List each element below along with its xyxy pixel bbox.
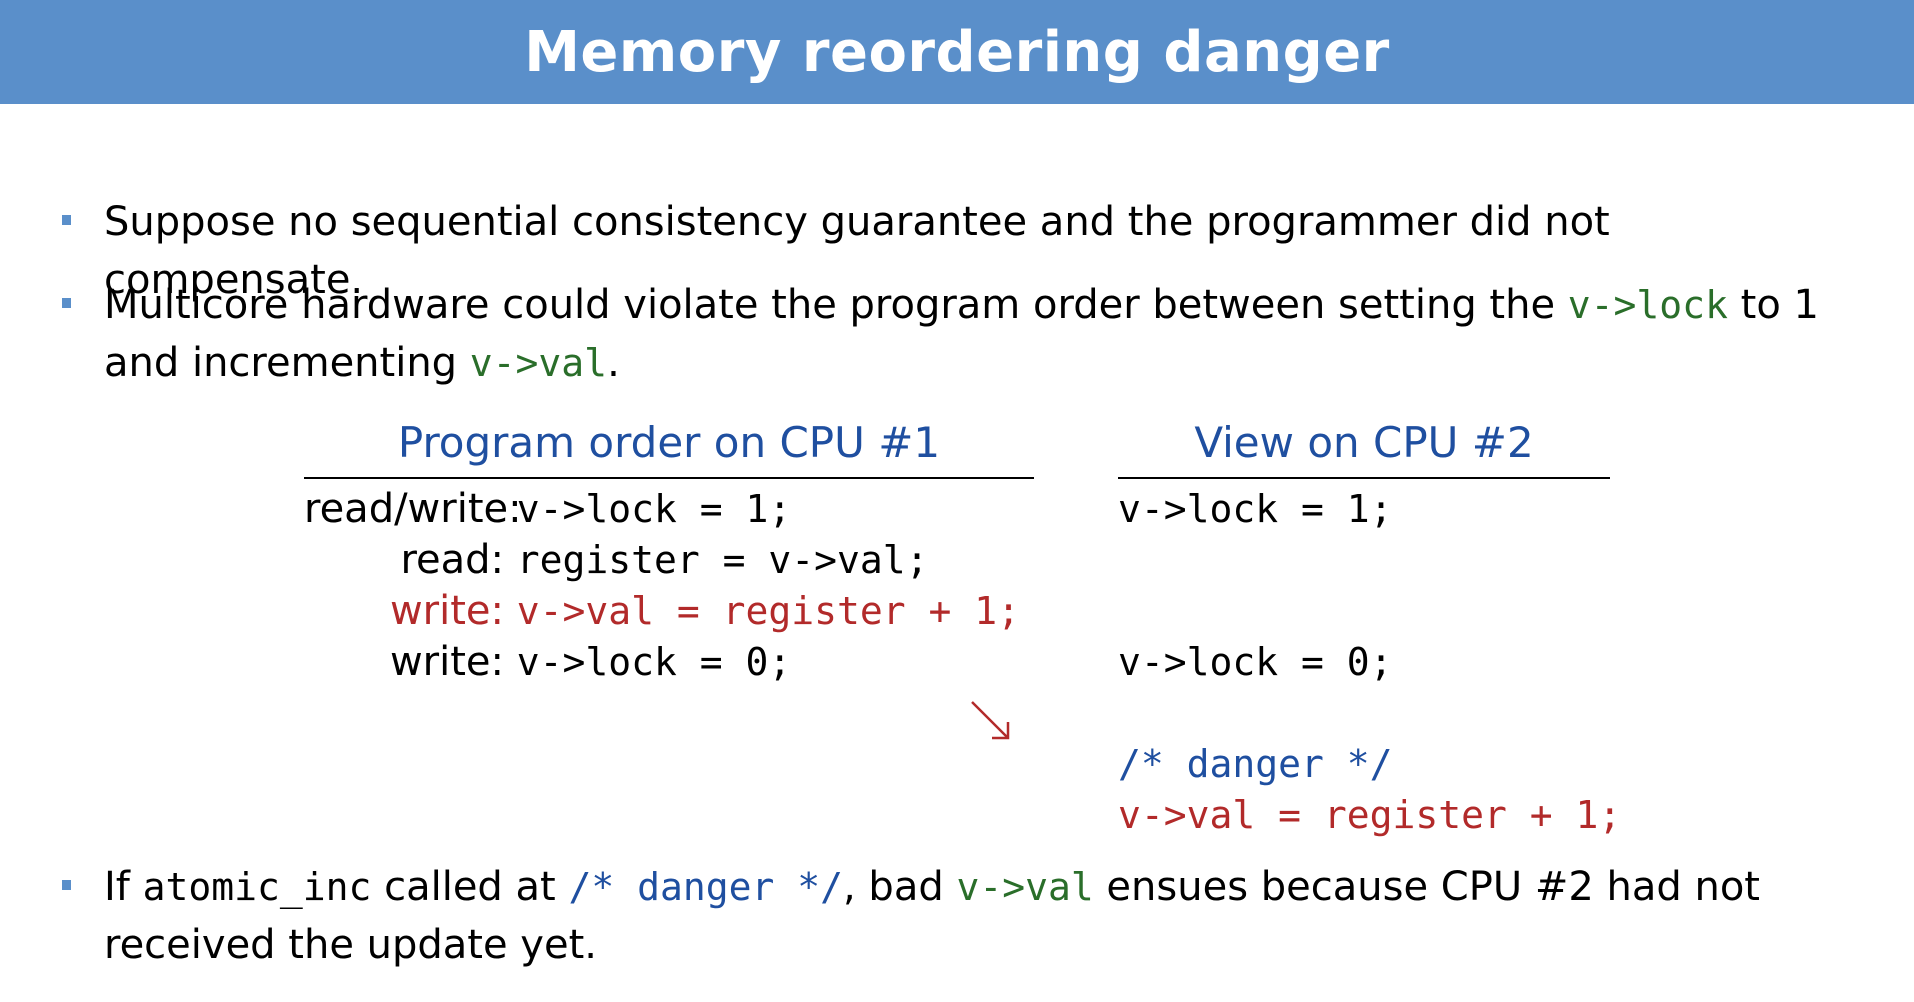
cpu1-row-2-label: read: xyxy=(400,537,504,583)
cpu1-row-3: write: v->val = register + 1; xyxy=(304,588,1020,634)
cpu2-row-1: v->lock = 1; xyxy=(1118,486,1393,532)
cpu2-row-2-code: v->lock = 0; xyxy=(1118,640,1393,684)
cpu2-heading: View on CPU #2 xyxy=(1194,418,1534,467)
bullet-marker xyxy=(62,215,71,225)
cpu1-row-4: write: v->lock = 0; xyxy=(304,639,791,685)
cpu1-row-1: read/write: v->lock = 1; xyxy=(304,486,791,532)
bullet-2-post: . xyxy=(607,340,620,386)
cpu1-row-4-code: v->lock = 0; xyxy=(516,640,792,684)
arrow-down-right-icon xyxy=(971,701,1010,740)
bullet-2: Multicore hardware could violate the pro… xyxy=(62,276,1874,392)
code-atomic-inc: atomic_inc xyxy=(142,865,372,909)
cpu2-rule xyxy=(1118,477,1610,479)
cpu2-danger-comment: /* danger */ xyxy=(1118,741,1393,787)
code-v-val: v->val xyxy=(469,341,608,385)
bullet-2-pre: Multicore hardware could violate the pro… xyxy=(104,282,1568,328)
cpu1-row-2-code: register = v->val; xyxy=(516,538,929,582)
cpu1-row-3-label: write: xyxy=(389,588,504,634)
cpu1-row-1-label: read/write: xyxy=(304,486,522,532)
code-v-lock: v->lock xyxy=(1567,283,1728,327)
bullet-marker xyxy=(62,298,71,308)
cpu1-row-4-label: write: xyxy=(389,639,504,685)
cpu2-row-2: v->lock = 0; xyxy=(1118,639,1393,685)
cpu2-row-4-code: v->val = register + 1; xyxy=(1118,793,1622,837)
code-danger-comment: /* danger */ xyxy=(568,865,843,909)
bullet-3-pre: If xyxy=(104,864,143,910)
cpu2-row-3-code: /* danger */ xyxy=(1118,742,1393,786)
bullet-3: If atomic_inc called at /* danger */, ba… xyxy=(62,858,1874,974)
bullet-3-mid2: , bad xyxy=(843,864,957,910)
code-v-val: v->val xyxy=(956,865,1094,909)
cpu1-row-1-code: v->lock = 1; xyxy=(516,487,792,531)
cpu1-row-3-code: v->val = register + 1; xyxy=(516,589,1021,633)
title-bar: Memory reordering danger xyxy=(0,0,1914,104)
cpu2-row-1-code: v->lock = 1; xyxy=(1118,487,1393,531)
cpu1-heading: Program order on CPU #1 xyxy=(397,418,941,467)
slide-title: Memory reordering danger xyxy=(524,19,1390,85)
bullet-3-mid1: called at xyxy=(371,864,569,910)
bullet-marker xyxy=(62,880,71,890)
cpu1-row-2: read: register = v->val; xyxy=(304,537,929,583)
cpu2-row-4: v->val = register + 1; xyxy=(1118,792,1621,838)
cpu1-rule xyxy=(304,477,1034,479)
